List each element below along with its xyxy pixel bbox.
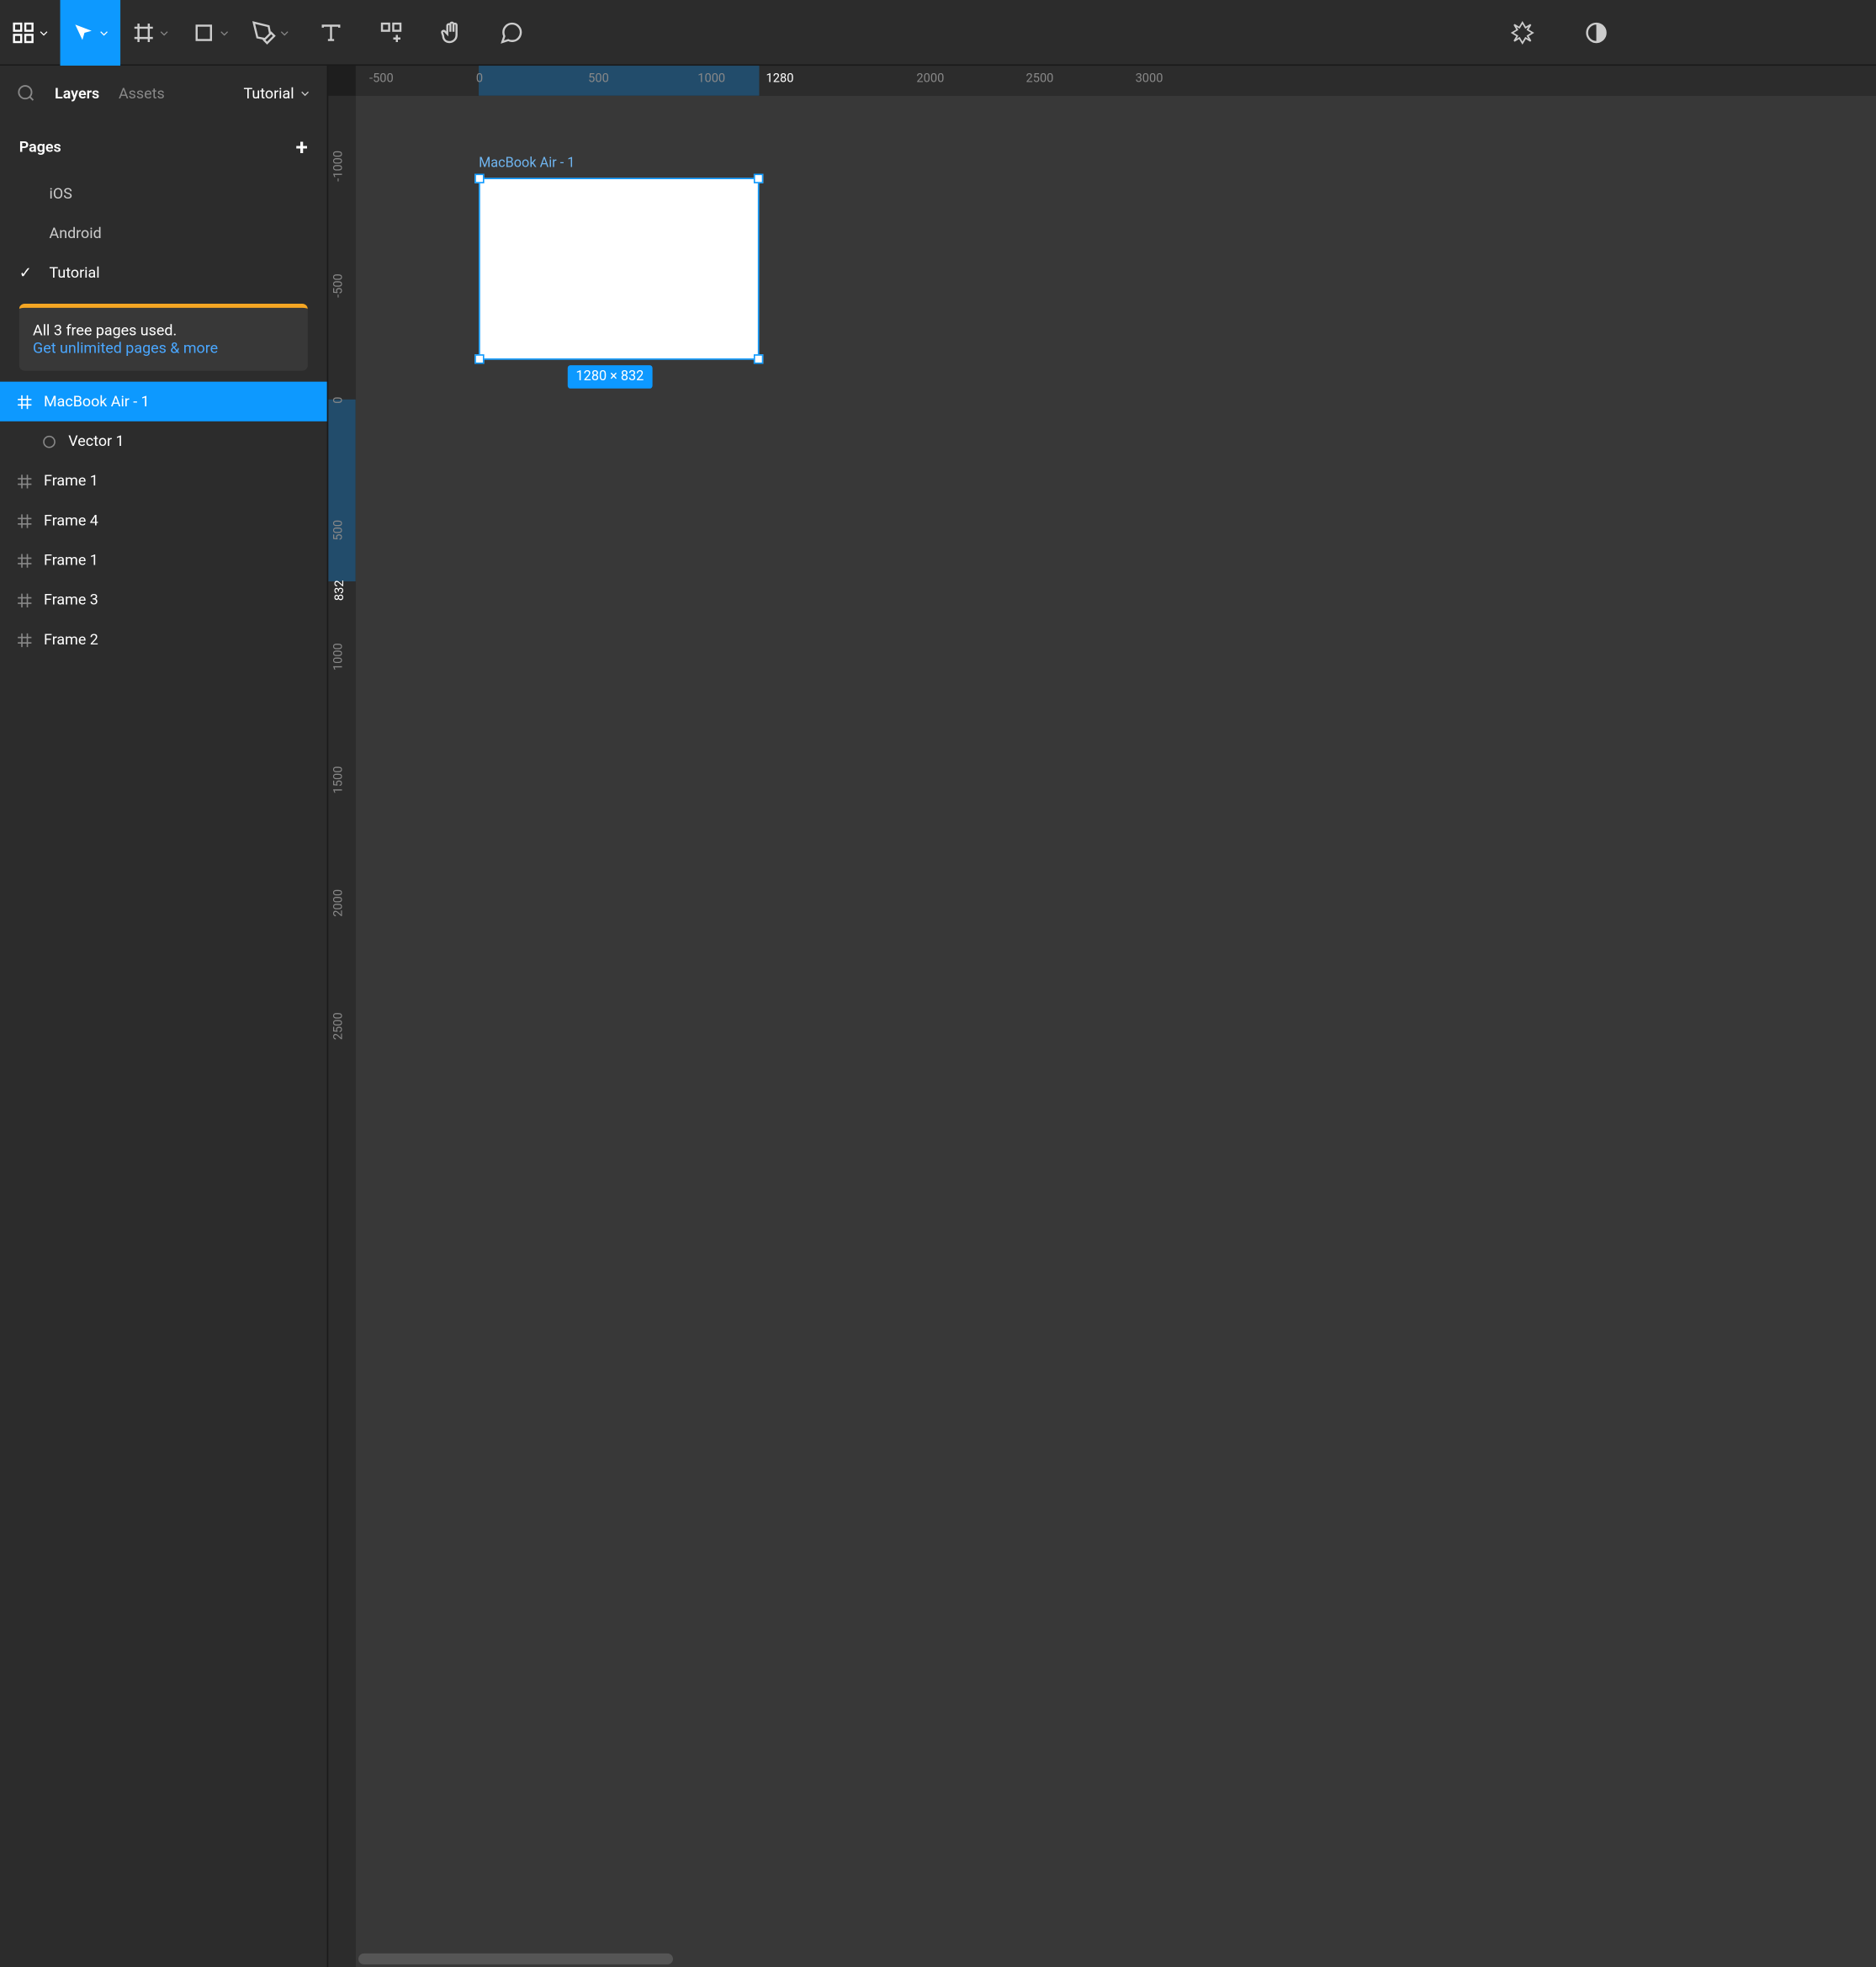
left-panel: Layers Assets Tutorial Pages + iOSAndroi…: [0, 66, 328, 1967]
assets-tab[interactable]: Assets: [119, 84, 165, 102]
add-page-button[interactable]: +: [296, 134, 308, 160]
ruler-tick: 2500: [332, 1012, 346, 1040]
layer-name: Frame 4: [44, 512, 98, 529]
layer-name: Frame 2: [44, 631, 98, 649]
pages-header: Pages: [19, 138, 61, 156]
layer-name: Vector 1: [68, 432, 124, 450]
frame-tool[interactable]: [120, 0, 181, 65]
size-badge: 1280 × 832: [568, 365, 652, 389]
ruler-vertical: 832 -1000-50005001000150020002500: [328, 96, 356, 1967]
layer-name: Frame 1: [44, 551, 98, 569]
move-tool[interactable]: [61, 0, 121, 65]
frame-icon: [17, 631, 34, 648]
ruler-tick: 0: [476, 72, 483, 86]
main-menu-button[interactable]: [0, 0, 61, 65]
page-item-android[interactable]: Android: [0, 214, 327, 253]
frame-icon: [17, 552, 34, 569]
plugins-button[interactable]: [1492, 0, 1552, 65]
chevron-down-icon: [299, 87, 310, 98]
upgrade-banner: All 3 free pages used. Get unlimited pag…: [19, 304, 308, 371]
ruler-tick: 3000: [1136, 72, 1163, 86]
resize-handle-nw[interactable]: [474, 174, 484, 183]
layer-item[interactable]: Frame 1: [0, 540, 327, 580]
file-name-dropdown[interactable]: Tutorial: [244, 84, 311, 102]
banner-text: All 3 free pages used.: [33, 321, 294, 339]
ruler-tick: 2000: [332, 889, 346, 917]
layer-item[interactable]: Vector 1: [0, 422, 327, 461]
hand-tool[interactable]: [421, 0, 482, 65]
frame-label[interactable]: MacBook Air - 1: [479, 156, 575, 171]
resize-handle-se[interactable]: [754, 354, 763, 363]
ruler-tick: -1000: [332, 151, 346, 182]
vector-icon: [41, 433, 58, 450]
ruler-horizontal: 1280 -50005001000200025003000: [356, 66, 1876, 96]
resize-handle-ne[interactable]: [754, 174, 763, 183]
layer-item[interactable]: MacBook Air - 1: [0, 382, 327, 422]
frame-icon: [17, 473, 34, 490]
layers-tab[interactable]: Layers: [55, 84, 99, 102]
frame-icon: [17, 591, 34, 608]
ruler-tick: 0: [332, 397, 346, 404]
page-item-tutorial[interactable]: Tutorial: [0, 253, 327, 293]
scrollbar-horizontal[interactable]: [358, 1954, 673, 1964]
pen-tool[interactable]: [241, 0, 301, 65]
ruler-tick: 1500: [332, 766, 346, 794]
ruler-tick: 2500: [1026, 72, 1054, 86]
ruler-tick: 500: [588, 72, 609, 86]
ruler-tick: 500: [332, 520, 346, 541]
frame-icon: [17, 393, 34, 410]
resize-handle-sw[interactable]: [474, 354, 484, 363]
layer-name: MacBook Air - 1: [44, 393, 150, 411]
layer-name: Frame 1: [44, 472, 98, 490]
top-toolbar: N Share 16%: [0, 0, 1876, 66]
ruler-tick: -500: [369, 72, 394, 86]
selected-frame[interactable]: [479, 178, 759, 359]
search-icon[interactable]: [17, 83, 36, 103]
shape-tool[interactable]: [181, 0, 241, 65]
ruler-tick: 1000: [332, 643, 346, 671]
page-item-ios[interactable]: iOS: [0, 174, 327, 214]
layer-item[interactable]: Frame 4: [0, 501, 327, 540]
layer-item[interactable]: Frame 3: [0, 580, 327, 619]
ruler-tick: -500: [332, 273, 346, 298]
layer-name: Frame 3: [44, 591, 98, 608]
frame-icon: [17, 512, 34, 529]
layer-item[interactable]: Frame 2: [0, 620, 327, 660]
canvas-area[interactable]: 1280 -50005001000200025003000 832 -1000-…: [328, 66, 1876, 1967]
comment-tool[interactable]: [481, 0, 542, 65]
text-tool[interactable]: [301, 0, 362, 65]
ruler-tick: 2000: [916, 72, 944, 86]
resources-tool[interactable]: [361, 0, 421, 65]
upgrade-link[interactable]: Get unlimited pages & more: [33, 339, 218, 357]
layer-item[interactable]: Frame 1: [0, 461, 327, 501]
theme-toggle[interactable]: [1566, 0, 1626, 65]
ruler-tick: 1000: [697, 72, 725, 86]
